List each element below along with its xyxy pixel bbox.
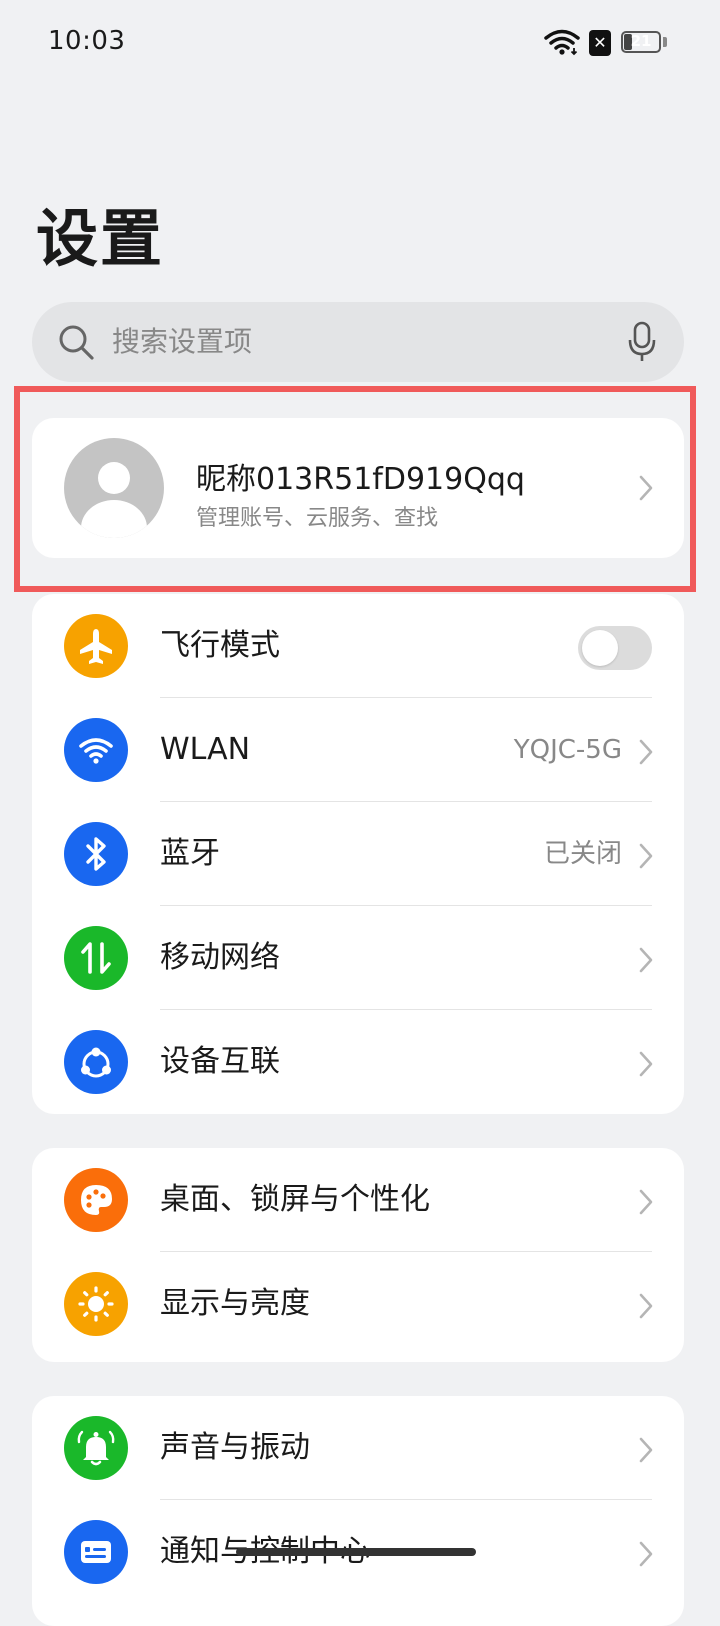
avatar xyxy=(64,438,164,538)
battery-level: 21 xyxy=(630,32,652,50)
page-title: 设置 xyxy=(36,202,165,275)
bluetooth-icon xyxy=(64,822,128,886)
settings-item-bluetooth[interactable]: 蓝牙 已关闭 xyxy=(32,802,684,906)
chevron-right-icon xyxy=(638,474,654,506)
chevron-right-icon xyxy=(638,1292,654,1324)
home-indicator[interactable] xyxy=(236,1548,476,1556)
connectivity-group: 飞行模式 WLAN YQJC-5G 蓝牙 已关闭 移动网络 设备互联 xyxy=(32,594,684,1114)
item-label: 移动网络 xyxy=(160,940,280,975)
chevron-right-icon xyxy=(638,946,654,978)
settings-item-mobile-network[interactable]: 移动网络 xyxy=(32,906,684,1010)
settings-item-airplane-mode[interactable]: 飞行模式 xyxy=(32,594,684,698)
notification-icon xyxy=(64,1520,128,1584)
account-subtitle: 管理账号、云服务、查找 xyxy=(196,506,439,531)
chevron-right-icon xyxy=(638,1540,654,1572)
item-label: 飞行模式 xyxy=(160,628,280,663)
settings-item-wlan[interactable]: WLAN YQJC-5G xyxy=(32,698,684,802)
wlan-value: YQJC-5G xyxy=(513,735,622,765)
item-label: 声音与振动 xyxy=(160,1430,310,1465)
palette-icon xyxy=(64,1168,128,1232)
sound-notification-group: 声音与振动 通知与控制中心 xyxy=(32,1396,684,1626)
chevron-right-icon xyxy=(638,842,654,874)
bluetooth-value: 已关闭 xyxy=(543,839,622,869)
bell-icon xyxy=(64,1416,128,1480)
chevron-right-icon xyxy=(638,1436,654,1468)
account-card[interactable]: 昵称013R51fD919Qqq 管理账号、云服务、查找 xyxy=(32,418,684,558)
battery-icon: 21 xyxy=(621,31,661,53)
battery-tip xyxy=(663,37,667,47)
item-label: 设备互联 xyxy=(160,1044,280,1079)
wifi-icon xyxy=(64,718,128,782)
mobile-data-icon xyxy=(64,926,128,990)
chevron-right-icon xyxy=(638,738,654,770)
account-name: 昵称013R51fD919Qqq xyxy=(196,462,525,497)
chevron-right-icon xyxy=(638,1050,654,1082)
settings-item-display-brightness[interactable]: 显示与亮度 xyxy=(32,1252,684,1356)
brightness-icon xyxy=(64,1272,128,1336)
search-input[interactable]: 搜索设置项 xyxy=(112,302,592,382)
status-bar: 10:03 ✕ 21 xyxy=(0,0,720,84)
item-label: 显示与亮度 xyxy=(160,1286,310,1321)
device-connect-icon xyxy=(64,1030,128,1094)
chevron-right-icon xyxy=(638,1188,654,1220)
settings-item-sound-vibration[interactable]: 声音与振动 xyxy=(32,1396,684,1500)
airplane-mode-toggle[interactable] xyxy=(578,626,652,670)
microphone-icon[interactable] xyxy=(626,320,658,368)
wifi-status-icon xyxy=(543,28,581,60)
settings-item-device-connect[interactable]: 设备互联 xyxy=(32,1010,684,1114)
item-label: 蓝牙 xyxy=(160,836,220,871)
status-time: 10:03 xyxy=(48,26,126,56)
item-label: 桌面、锁屏与个性化 xyxy=(160,1182,430,1217)
airplane-icon xyxy=(64,614,128,678)
sim-status-icon: ✕ xyxy=(589,30,611,56)
search-icon xyxy=(56,322,96,366)
settings-item-desktop-personalization[interactable]: 桌面、锁屏与个性化 xyxy=(32,1148,684,1252)
personalization-group: 桌面、锁屏与个性化 显示与亮度 xyxy=(32,1148,684,1362)
search-bar[interactable]: 搜索设置项 xyxy=(32,302,684,382)
item-label: WLAN xyxy=(160,732,251,767)
